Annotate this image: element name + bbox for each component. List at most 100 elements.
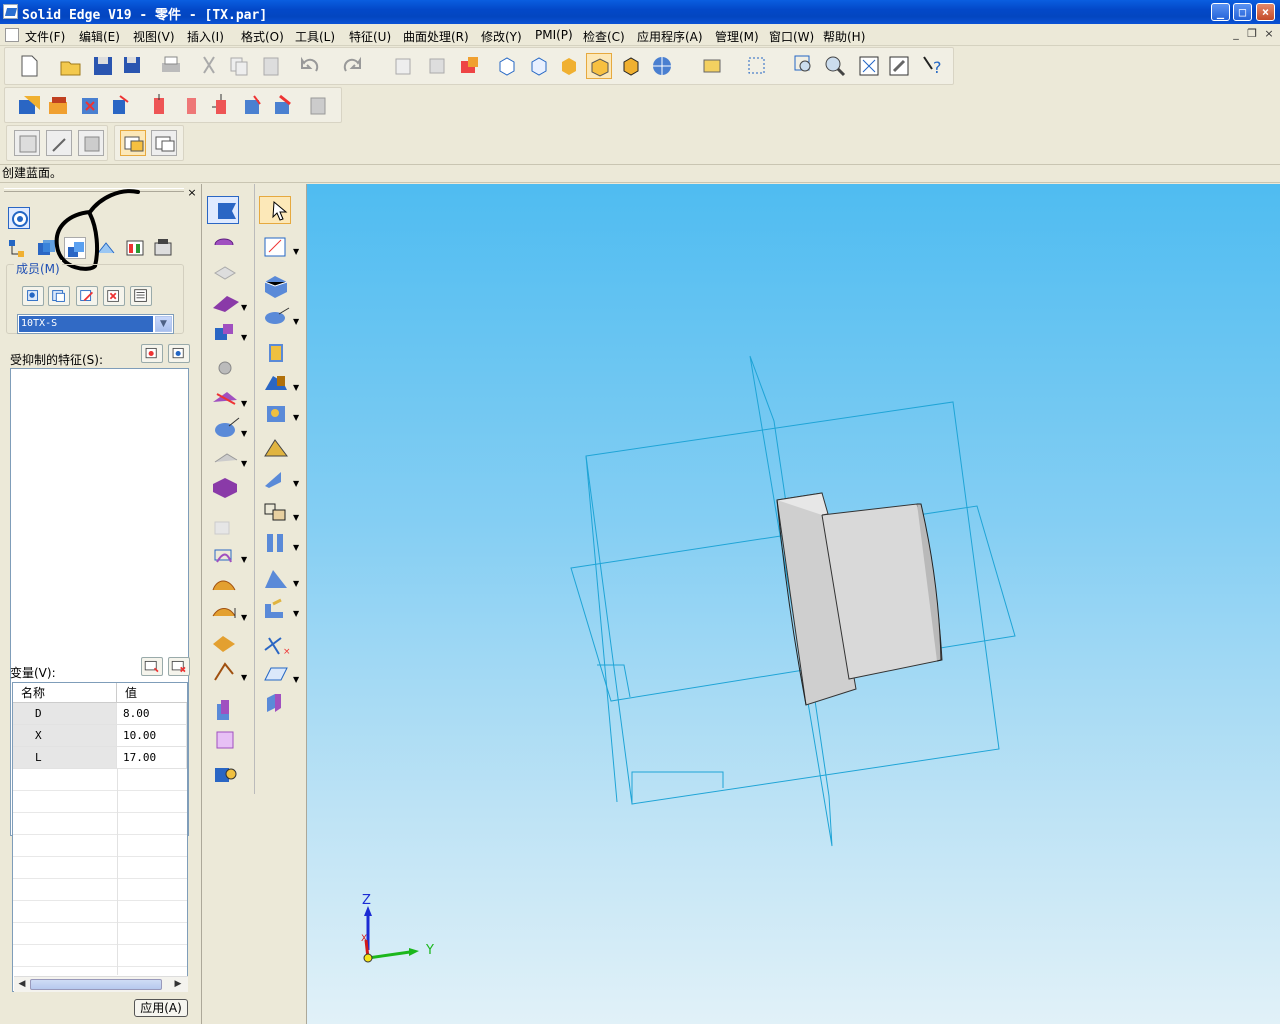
rename-member-icon[interactable] (76, 286, 98, 306)
sketch-plane-icon[interactable]: ▼ (259, 232, 300, 260)
sketch-icon[interactable] (207, 196, 239, 224)
solid-edge-app-icon[interactable] (3, 4, 18, 19)
select-edges-icon[interactable] (151, 130, 177, 156)
offset-icon[interactable] (178, 92, 204, 118)
remove-suppressed-icon[interactable] (168, 344, 190, 363)
protrusion-icon[interactable] (207, 229, 247, 257)
menu-inspect[interactable]: 检查(C) (583, 28, 625, 45)
fit-box-icon[interactable] (744, 53, 770, 79)
surface-body-icon[interactable] (259, 434, 299, 462)
menu-modify[interactable]: 修改(Y) (481, 28, 522, 45)
keypoint-curve-icon[interactable]: × (259, 630, 299, 658)
chevron-down-icon[interactable]: ▼ (155, 316, 172, 332)
cut-icon[interactable] (196, 53, 222, 79)
zoom-area-icon[interactable] (792, 53, 818, 79)
add-member-icon[interactable] (22, 286, 44, 306)
round-icon[interactable]: ▼ (207, 384, 248, 412)
lip-icon[interactable] (207, 726, 247, 754)
apply-button[interactable]: 应用(A) (134, 999, 188, 1017)
member-select[interactable]: 10TX-S ▼ (17, 314, 174, 334)
view-sketch-icon[interactable] (46, 130, 72, 156)
scroll-left-icon[interactable]: ◀ (16, 978, 28, 991)
mdi-restore-icon[interactable]: ❐ (1245, 28, 1259, 41)
add-variable-icon[interactable] (141, 657, 163, 676)
graphics-window[interactable]: Z Y X (307, 184, 1280, 1024)
mdi-close-icon[interactable]: × (1262, 28, 1276, 41)
helical-protrusion-icon[interactable] (207, 628, 247, 656)
mirror-icon[interactable]: ▼ (207, 540, 248, 568)
engineering-reference-tab-icon[interactable] (152, 237, 174, 259)
fit-icon[interactable] (856, 53, 882, 79)
panel-close-icon[interactable]: × (186, 187, 198, 199)
replace-face-icon[interactable] (240, 92, 266, 118)
cutout-icon[interactable] (207, 259, 247, 287)
family-of-parts-icon[interactable] (46, 92, 72, 118)
plane-offset-icon[interactable] (259, 338, 299, 366)
insert-object-icon[interactable] (424, 53, 450, 79)
copy-part-icon[interactable] (108, 92, 134, 118)
view-orientation-icon[interactable] (650, 53, 676, 79)
menu-view[interactable]: 视图(V) (133, 28, 175, 45)
hole-icon[interactable] (207, 354, 247, 382)
zoom-icon[interactable] (822, 53, 848, 79)
print-icon[interactable] (158, 53, 184, 79)
menu-applications[interactable]: 应用程序(A) (637, 28, 703, 45)
menu-window[interactable]: 窗口(W) (769, 28, 814, 45)
whats-this-help-icon[interactable]: ? (920, 53, 946, 79)
pattern-icon[interactable] (207, 514, 247, 542)
menu-file[interactable]: 文件(F) (25, 28, 65, 45)
hidden-edges-icon[interactable] (526, 53, 552, 79)
shaded-icon[interactable] (556, 53, 582, 79)
delete-member-icon[interactable] (103, 286, 125, 306)
variable-value-cell[interactable]: 8.00 (117, 703, 187, 725)
feature-pathfinder-tab-icon[interactable] (6, 237, 28, 259)
part-box-icon[interactable] (259, 272, 299, 300)
maximize-button[interactable]: □ (1233, 3, 1252, 21)
open-icon[interactable] (58, 53, 84, 79)
draft-icon[interactable] (207, 474, 247, 502)
document-icon[interactable] (5, 28, 19, 42)
reference-axis-icon[interactable]: ▼ (259, 398, 300, 426)
bounded-surface-icon[interactable]: ▼ (259, 564, 300, 592)
save-icon[interactable] (90, 53, 116, 79)
pan-icon[interactable] (886, 53, 912, 79)
save-all-icon[interactable] (120, 53, 146, 79)
undo-icon[interactable] (296, 53, 322, 79)
swept-protrusion-icon[interactable] (207, 570, 247, 598)
stretch-icon[interactable] (146, 92, 172, 118)
view-part-icon[interactable] (14, 130, 40, 156)
vent-icon[interactable] (207, 758, 247, 786)
paste-icon[interactable] (258, 53, 284, 79)
variable-name-cell[interactable]: X (13, 725, 117, 747)
rib-icon[interactable]: ▼ (207, 444, 248, 472)
menu-format[interactable]: 格式(O) (241, 28, 284, 45)
redo-icon[interactable] (340, 53, 366, 79)
delete-faces-icon[interactable] (270, 92, 296, 118)
menu-insert[interactable]: 插入(I) (187, 28, 224, 45)
simplify-icon[interactable] (306, 92, 332, 118)
menu-features[interactable]: 特征(U) (349, 28, 391, 45)
copy-icon[interactable] (226, 53, 252, 79)
variable-value-cell[interactable]: 10.00 (117, 725, 187, 747)
revolved-cutout-icon[interactable]: ▼ (207, 318, 248, 346)
coordinate-axes-icon[interactable] (259, 690, 299, 718)
menu-edit[interactable]: 编辑(E) (79, 28, 120, 45)
wireframe-icon[interactable] (494, 53, 520, 79)
menu-help[interactable]: 帮助(H) (823, 28, 865, 45)
close-button[interactable]: × (1256, 3, 1275, 21)
intersection-curve-icon[interactable]: ▼ (259, 498, 300, 526)
split-body-icon[interactable]: ▼ (259, 528, 300, 556)
part-library-icon[interactable] (16, 92, 42, 118)
variable-name-cell[interactable]: L (13, 747, 117, 769)
thin-wall-icon[interactable]: ▼ (207, 414, 248, 442)
variable-name-cell[interactable]: D (13, 703, 117, 725)
new-icon[interactable] (16, 53, 42, 79)
visible-edges-icon[interactable] (618, 53, 644, 79)
stitched-surface-icon[interactable]: ▼ (259, 594, 300, 622)
sketch-view-icon[interactable] (700, 53, 726, 79)
extrude-cylinder-icon[interactable]: ▼ (259, 302, 300, 330)
shaded-with-edges-icon[interactable] (586, 53, 612, 79)
thread-icon[interactable] (207, 696, 247, 724)
mdi-minimize-icon[interactable]: _ (1229, 28, 1243, 41)
menu-manage[interactable]: 管理(M) (715, 28, 759, 45)
